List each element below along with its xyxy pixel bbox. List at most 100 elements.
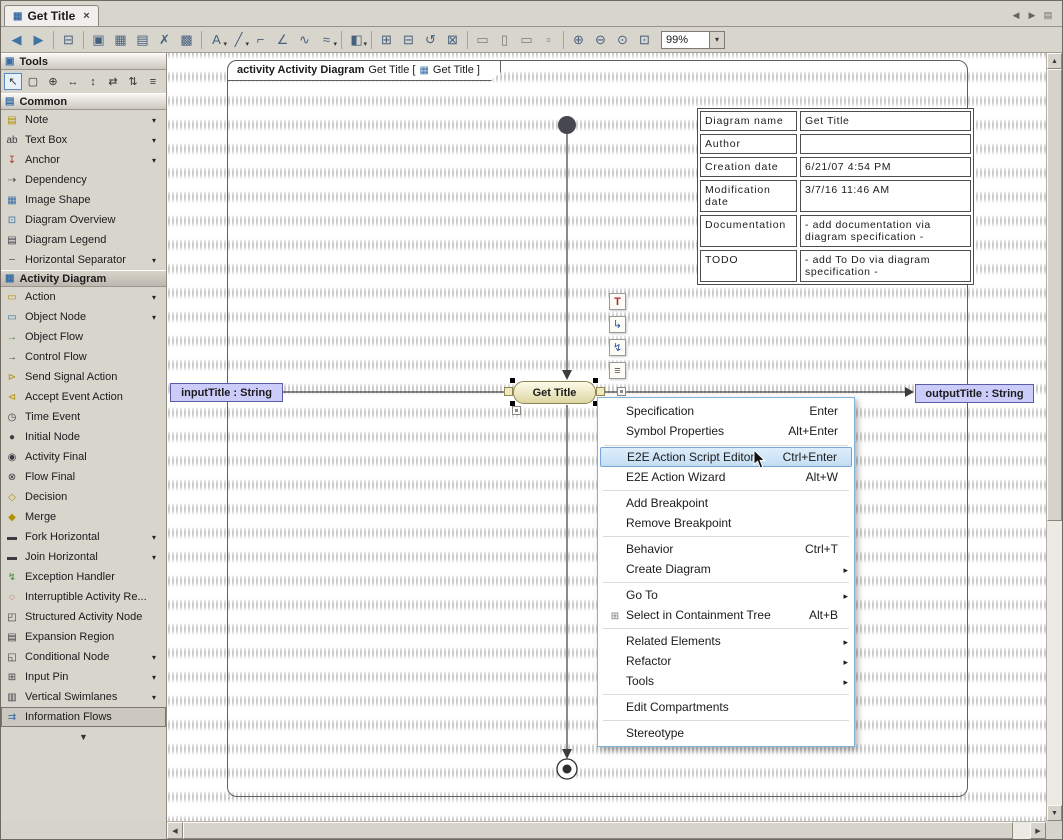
next-diagram-button[interactable]: ▶ xyxy=(1024,7,1040,23)
pan-vertical-tool[interactable]: ↕ xyxy=(84,73,102,90)
palette-item[interactable]: ◰ Structured Activity Node xyxy=(1,607,166,627)
menu-item[interactable]: Edit Compartments xyxy=(600,697,852,717)
palette-item[interactable]: ⊡ Diagram Overview xyxy=(1,210,166,230)
activity-diagram-section-header[interactable]: ▦ Activity Diagram xyxy=(1,270,166,287)
palette-item[interactable]: ◌ Interruptible Activity Re... xyxy=(1,587,166,607)
palette-item[interactable]: ◷ Time Event xyxy=(1,407,166,427)
output-pin[interactable] xyxy=(596,387,605,396)
scroll-up-icon[interactable]: ▲ xyxy=(1047,53,1062,69)
palette-item[interactable]: ▤ Diagram Legend xyxy=(1,230,166,250)
menu-item[interactable]: Refactor xyxy=(600,651,852,671)
rectilinear-path-button[interactable]: ⌐ xyxy=(250,30,271,50)
palette-item[interactable]: ▬ Join Horizontal xyxy=(1,547,166,567)
palette-item[interactable]: ▭ Action xyxy=(1,287,166,307)
palette-item[interactable]: ▤ Note xyxy=(1,110,166,130)
zoom-in-button[interactable]: ⊕ xyxy=(568,30,589,50)
select-in-containment-tree-button[interactable]: ⊟ xyxy=(58,30,79,50)
vertical-scroll-thumb[interactable] xyxy=(1047,69,1062,521)
new-diagram-button[interactable]: ⊞ xyxy=(376,30,397,50)
horizontal-scrollbar[interactable]: ◀ ▶ xyxy=(167,821,1046,839)
paste-button[interactable]: ▦ xyxy=(110,30,131,50)
zoom-select[interactable]: 99% ▾ xyxy=(661,31,725,49)
new-object-flow-button[interactable]: ↯ xyxy=(609,339,626,356)
horizontal-scroll-thumb[interactable] xyxy=(183,822,1013,839)
palette-item[interactable]: → Object Flow xyxy=(1,327,166,347)
bezier-path-button[interactable]: ∿ xyxy=(294,30,315,50)
close-shape-button[interactable]: ⊠ xyxy=(442,30,463,50)
manipulator-handle[interactable] xyxy=(617,387,626,396)
palette-item[interactable]: ⊳ Send Signal Action xyxy=(1,367,166,387)
additional-actions-button[interactable]: ≡ xyxy=(609,362,626,379)
dropdown-arrow-icon[interactable] xyxy=(152,531,162,543)
palette-item[interactable]: ab Text Box xyxy=(1,130,166,150)
menu-item[interactable]: Tools xyxy=(600,671,852,691)
palette-item[interactable]: ▭ Object Node xyxy=(1,307,166,327)
shape-style-button[interactable]: ◧ xyxy=(346,30,367,50)
dropdown-arrow-icon[interactable] xyxy=(152,651,162,663)
menu-item[interactable]: E2E Action Wizard Alt+W xyxy=(600,467,852,487)
same-width-button[interactable]: ▭ xyxy=(472,30,493,50)
dropdown-arrow-icon[interactable] xyxy=(152,551,162,563)
palette-item[interactable]: ▥ Vertical Swimlanes xyxy=(1,687,166,707)
palette-item[interactable]: ⊲ Accept Event Action xyxy=(1,387,166,407)
remove-from-diagram-button[interactable]: ⊟ xyxy=(398,30,419,50)
marquee-select-tool[interactable]: ▢ xyxy=(24,73,42,90)
zoom-fit-button[interactable]: ⊡ xyxy=(634,30,655,50)
menu-item[interactable]: Go To xyxy=(600,585,852,605)
dropdown-arrow-icon[interactable] xyxy=(152,254,162,266)
dropdown-arrow-icon[interactable] xyxy=(152,134,162,146)
palette-item[interactable]: ◉ Activity Final xyxy=(1,447,166,467)
menu-item[interactable]: Add Breakpoint xyxy=(600,493,852,513)
dropdown-arrow-icon[interactable] xyxy=(152,291,162,303)
input-parameter-node[interactable]: inputTitle : String xyxy=(170,383,283,402)
menu-item[interactable]: Related Elements xyxy=(600,631,852,651)
palette-item[interactable]: ┄ Horizontal Separator xyxy=(1,250,166,270)
common-section-header[interactable]: ▤ Common xyxy=(1,93,166,110)
select-tool[interactable]: ↖ xyxy=(4,73,22,90)
paste-special-button[interactable]: ▤ xyxy=(132,30,153,50)
menu-item[interactable]: E2E Action Script Editor Ctrl+Enter xyxy=(600,447,852,467)
delete-button[interactable]: ✗ xyxy=(154,30,175,50)
output-parameter-node[interactable]: outputTitle : String xyxy=(915,384,1034,403)
close-tab-icon[interactable]: × xyxy=(83,10,89,22)
palette-item[interactable]: ↧ Anchor xyxy=(1,150,166,170)
zoom-dropdown-arrow-icon[interactable]: ▾ xyxy=(709,32,724,48)
layout-tool[interactable]: ≡ xyxy=(144,73,162,90)
same-height-button[interactable]: ▯ xyxy=(494,30,515,50)
palette-item[interactable]: ⇢ Dependency xyxy=(1,170,166,190)
horizontal-scroll-track[interactable] xyxy=(1013,822,1030,839)
menu-item[interactable]: Create Diagram xyxy=(600,559,852,579)
dropdown-arrow-icon[interactable] xyxy=(152,154,162,166)
palette-item[interactable]: ◆ Merge xyxy=(1,507,166,527)
menu-item[interactable]: Symbol Properties Alt+Enter xyxy=(600,421,852,441)
initial-node[interactable] xyxy=(558,116,576,134)
copy-button[interactable]: ▣ xyxy=(88,30,109,50)
selection-handle[interactable] xyxy=(510,378,515,383)
menu-item[interactable]: Behavior Ctrl+T xyxy=(600,539,852,559)
diagram-canvas[interactable]: activity Activity Diagram Get Title [ ▦ … xyxy=(167,53,1046,821)
vertical-scroll-track[interactable] xyxy=(1047,521,1062,805)
dropdown-arrow-icon[interactable] xyxy=(152,691,162,703)
input-pin[interactable] xyxy=(504,387,513,396)
palette-item[interactable]: ▤ Expansion Region xyxy=(1,627,166,647)
oblique-path-button[interactable]: ∠ xyxy=(272,30,293,50)
palette-item[interactable]: ⇉ Information Flows xyxy=(1,707,166,727)
menu-item[interactable]: Specification Enter xyxy=(600,401,852,421)
previous-diagram-button[interactable]: ◀ xyxy=(1008,7,1024,23)
palette-item[interactable]: ⊗ Flow Final xyxy=(1,467,166,487)
palette-item[interactable]: ◱ Conditional Node xyxy=(1,647,166,667)
swap-vertical-tool[interactable]: ⇅ xyxy=(124,73,142,90)
forward-button[interactable]: ▶ xyxy=(28,30,49,50)
menu-item[interactable]: Select in Containment Tree Alt+B xyxy=(600,605,852,625)
palette-item[interactable]: → Control Flow xyxy=(1,347,166,367)
tools-section-header[interactable]: ▣ Tools xyxy=(1,53,166,70)
line-style-button[interactable]: ╱ xyxy=(228,30,249,50)
autosize-button[interactable]: ▫ xyxy=(538,30,559,50)
same-size-button[interactable]: ▭ xyxy=(516,30,537,50)
palette-scroll-down-button[interactable]: ▼ xyxy=(1,727,166,747)
pan-horizontal-tool[interactable]: ↔ xyxy=(64,73,82,90)
palette-item[interactable]: ▦ Image Shape xyxy=(1,190,166,210)
layers-button[interactable]: ▩ xyxy=(176,30,197,50)
text-style-button[interactable]: A xyxy=(206,30,227,50)
window-list-button[interactable]: ▤ xyxy=(1040,7,1056,23)
